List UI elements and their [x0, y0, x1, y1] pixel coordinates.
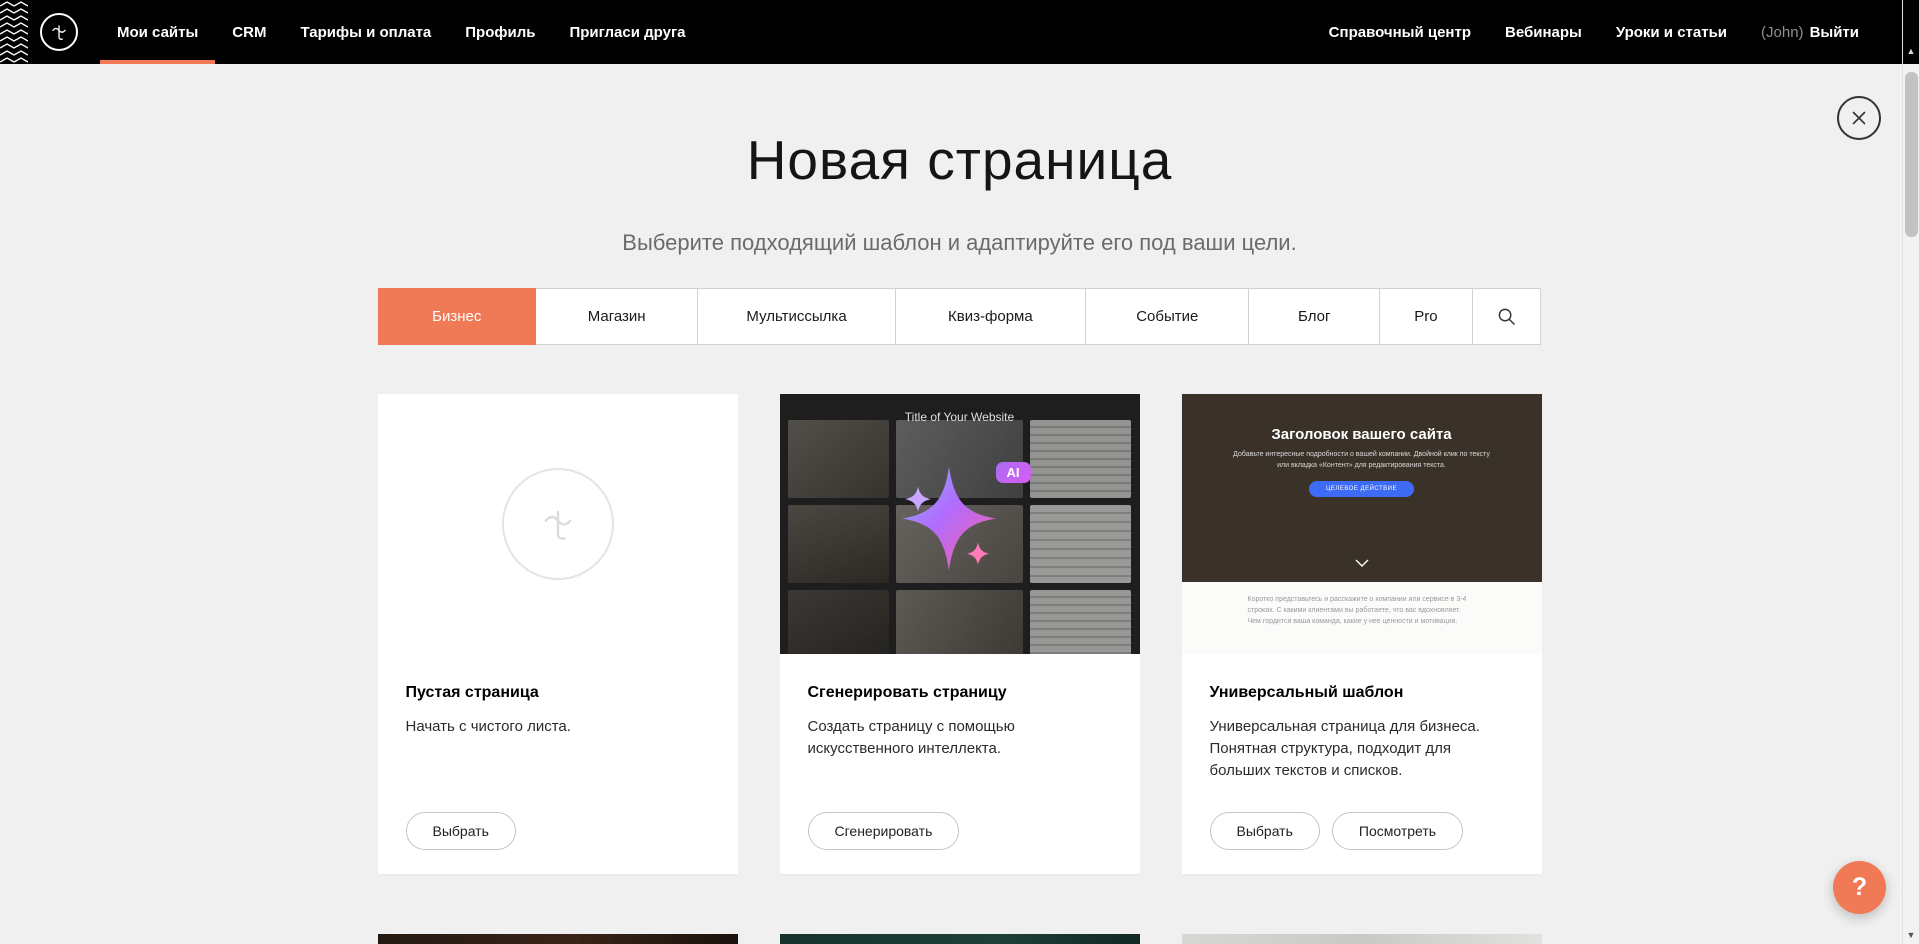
ai-badge: AI — [996, 462, 1031, 483]
scrollbar[interactable]: ▲ ▼ — [1902, 0, 1919, 944]
search-icon — [1497, 307, 1516, 326]
tab-quiz-form[interactable]: Квиз-форма — [895, 288, 1086, 345]
card-description: Начать с чистого листа. — [406, 716, 710, 738]
card-universal-template[interactable]: Заголовок вашего сайта Добавьте интересн… — [1182, 394, 1542, 874]
tab-search[interactable] — [1472, 288, 1542, 345]
choose-universal-button[interactable]: Выбрать — [1210, 812, 1320, 850]
view-universal-button[interactable]: Посмотреть — [1332, 812, 1463, 850]
chevron-down-icon — [1355, 554, 1369, 572]
tab-business[interactable]: Бизнес — [378, 288, 536, 345]
card-title: Пустая страница — [406, 684, 710, 702]
template-card-partial[interactable] — [1182, 934, 1542, 944]
logout-link[interactable]: Выйти — [1804, 0, 1859, 64]
secondary-nav: Справочный центр Вебинары Уроки и статьи… — [1312, 0, 1859, 64]
close-button[interactable] — [1837, 96, 1881, 140]
close-icon — [1851, 110, 1867, 126]
nav-help-center[interactable]: Справочный центр — [1312, 0, 1488, 64]
scrollbar-header-cap: ▲ — [1903, 0, 1919, 64]
template-card-partial[interactable] — [378, 934, 738, 944]
card-title: Сгенерировать страницу — [808, 684, 1112, 702]
nav-webinars[interactable]: Вебинары — [1488, 0, 1599, 64]
scrollbar-down-arrow[interactable]: ▼ — [1903, 930, 1919, 940]
help-button[interactable]: ? — [1833, 861, 1886, 914]
preview-site-title: Title of Your Website — [780, 410, 1140, 424]
card-description: Создать страницу с помощью искусственног… — [808, 716, 1112, 760]
card-title: Универсальный шаблон — [1210, 684, 1514, 702]
template-card-partial[interactable] — [780, 934, 1140, 944]
main-nav: Мои сайты CRM Тарифы и оплата Профиль Пр… — [100, 0, 703, 64]
template-hero-subtitle: Добавьте интересные подробности о вашей … — [1232, 450, 1491, 471]
card-ai-generate[interactable]: Title of Your Website — [780, 394, 1140, 874]
template-cta-button: ЦЕЛЕВОЕ ДЕЙСТВИЕ — [1309, 481, 1414, 497]
tilda-glyph-icon — [48, 21, 70, 43]
top-nav-bar: Мои сайты CRM Тарифы и оплата Профиль Пр… — [0, 0, 1919, 64]
tab-pro[interactable]: Pro — [1379, 288, 1473, 345]
page-subtitle: Выберите подходящий шаблон и адаптируйте… — [0, 230, 1919, 256]
tilda-logo[interactable] — [40, 13, 78, 51]
template-category-tabs: Бизнес Магазин Мультиссылка Квиз-форма С… — [378, 288, 1542, 345]
next-row-partial — [378, 934, 1542, 944]
tab-event[interactable]: Событие — [1085, 288, 1249, 345]
nav-invite-friend[interactable]: Пригласи друга — [552, 0, 702, 64]
template-hero-title: Заголовок вашего сайта — [1182, 394, 1542, 443]
generate-button[interactable]: Сгенерировать — [808, 812, 960, 850]
scrollbar-up-arrow[interactable]: ▲ — [1903, 46, 1919, 56]
tab-store[interactable]: Магазин — [535, 288, 698, 345]
tab-blog[interactable]: Блог — [1248, 288, 1380, 345]
tilda-watermark-icon — [502, 468, 614, 580]
card-blank-page[interactable]: Пустая страница Начать с чистого листа. … — [378, 394, 738, 874]
universal-template-preview: Заголовок вашего сайта Добавьте интересн… — [1182, 394, 1542, 654]
user-name: (John) — [1744, 0, 1804, 64]
template-body-text: Коротко представьтесь и расскажите о ком… — [1182, 582, 1542, 654]
blank-page-preview — [378, 394, 738, 654]
choose-blank-button[interactable]: Выбрать — [406, 812, 516, 850]
ai-preview: Title of Your Website — [780, 394, 1140, 654]
scrollbar-thumb[interactable] — [1905, 72, 1918, 237]
nav-my-sites[interactable]: Мои сайты — [100, 0, 215, 64]
page-title: Новая страница — [0, 128, 1919, 192]
nav-pricing[interactable]: Тарифы и оплата — [283, 0, 448, 64]
nav-profile[interactable]: Профиль — [448, 0, 552, 64]
new-page-screen: Мои сайты CRM Тарифы и оплата Профиль Пр… — [0, 0, 1919, 944]
nav-crm[interactable]: CRM — [215, 0, 283, 64]
template-hero: Заголовок вашего сайта Добавьте интересн… — [1182, 394, 1542, 582]
card-description: Универсальная страница для бизнеса. Поня… — [1210, 716, 1514, 781]
tab-multilink[interactable]: Мультиссылка — [697, 288, 895, 345]
zigzag-pattern — [0, 0, 28, 64]
nav-lessons[interactable]: Уроки и статьи — [1599, 0, 1744, 64]
template-grid: Пустая страница Начать с чистого листа. … — [378, 394, 1542, 874]
